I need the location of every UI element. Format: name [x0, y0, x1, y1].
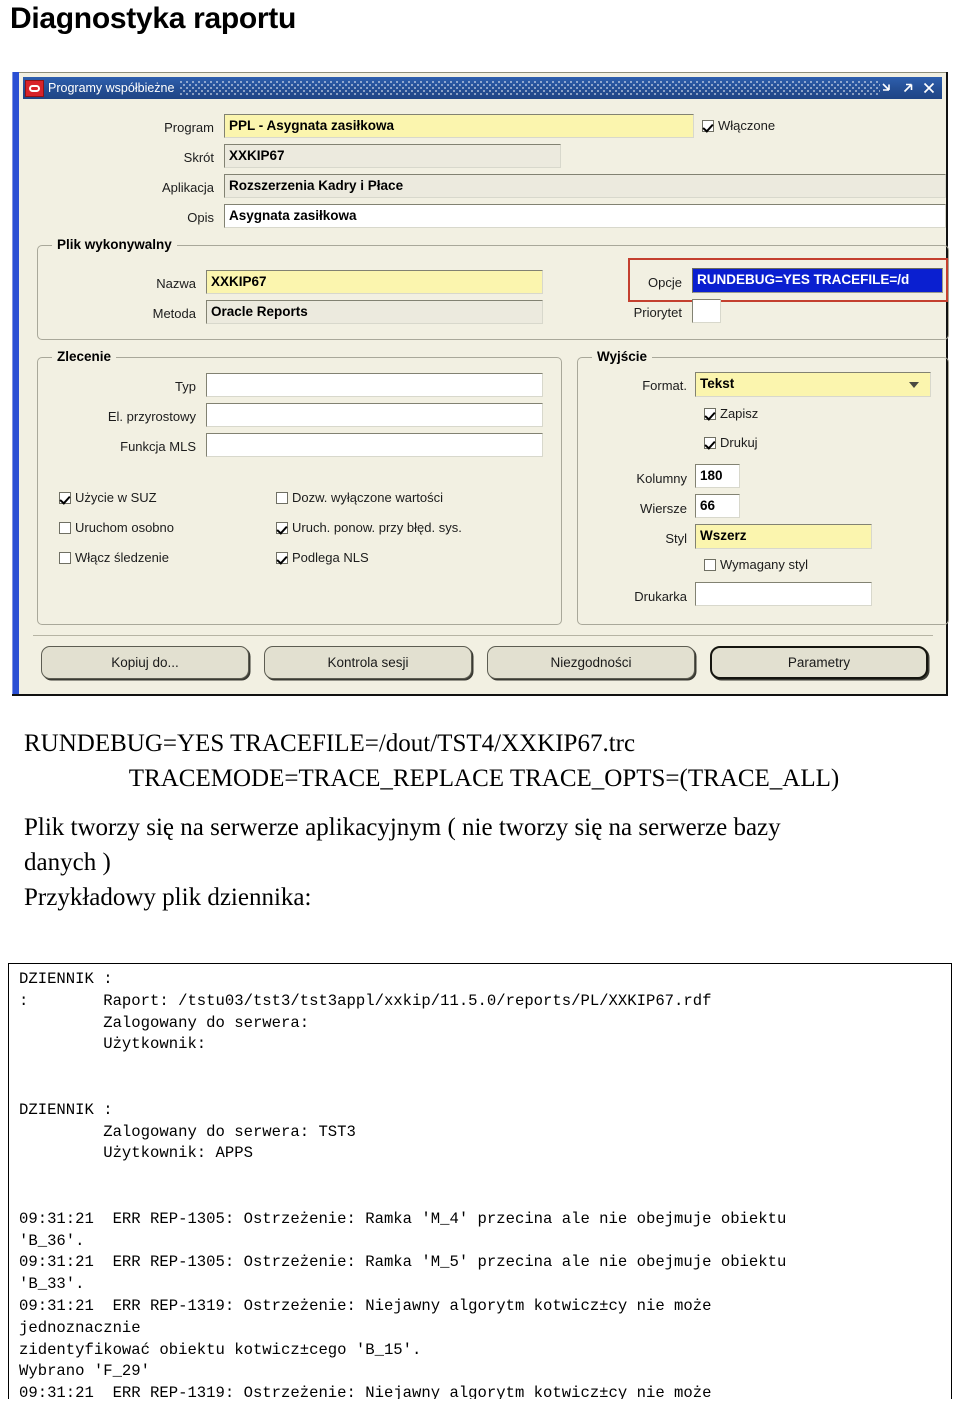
format-field[interactable]: Tekst — [695, 372, 931, 397]
enabled-label: Włączone — [718, 118, 776, 133]
executable-group-title: Plik wykonywalny — [52, 237, 177, 252]
checkbox-box — [704, 436, 716, 449]
checkbox-label: Drukuj — [720, 435, 758, 450]
button-label: Kopiuj do... — [111, 655, 179, 670]
opis-label: Opis — [187, 210, 214, 225]
checkbox-label: Włącz śledzenie — [75, 550, 169, 565]
funkcja-mls-label: Funkcja MLS — [120, 439, 196, 454]
restore-icon[interactable] — [901, 81, 915, 95]
button-label: Niezgodności — [550, 655, 632, 670]
program-label: Program — [164, 120, 214, 135]
checkbox-wlacz-sledzenie[interactable]: Włącz śledzenie — [59, 550, 169, 565]
checkbox-box — [59, 491, 71, 504]
window-titlebar: Programy współbieżne — [23, 77, 942, 99]
zlecenie-group-title: Zlecenie — [52, 349, 117, 364]
wiersze-label: Wiersze — [640, 501, 687, 516]
checkbox-label: Wymagany styl — [720, 557, 809, 572]
checkbox-label: Użycie w SUZ — [75, 490, 157, 505]
kopiuj-do-button[interactable]: Kopiuj do... — [41, 646, 249, 679]
program-field[interactable]: PPL - Asygnata zasiłkowa — [224, 114, 694, 138]
skrot-label: Skrót — [183, 150, 214, 165]
typ-field[interactable] — [206, 373, 543, 397]
checkbox-label: Podlega NLS — [292, 550, 369, 565]
prose-line-5: Przykładowy plik dziennika: — [24, 884, 312, 911]
checkbox-zapisz[interactable]: Zapisz — [704, 406, 758, 421]
checkbox-box — [276, 521, 288, 534]
prose-line-3: Plik tworzy się na serwerze aplikacyjnym… — [24, 814, 781, 841]
skrot-field[interactable]: XXKIP67 — [224, 144, 561, 168]
button-label: Parametry — [787, 655, 851, 670]
checkbox-uzycie-w-suz[interactable]: Użycie w SUZ — [59, 490, 157, 505]
nazwa-field[interactable]: XXKIP67 — [206, 270, 543, 294]
prose-line-4: danych ) — [24, 849, 111, 876]
enabled-checkbox[interactable]: Włączone — [702, 118, 775, 133]
checkbox-dozw-wylaczone-wartosci[interactable]: Dozw. wyłączone wartości — [276, 490, 443, 505]
kontrola-sesji-button[interactable]: Kontrola sesji — [264, 646, 472, 679]
typ-label: Typ — [175, 379, 196, 394]
wiersze-field[interactable]: 66 — [695, 494, 740, 518]
styl-field[interactable]: Wszerz — [695, 524, 872, 549]
aplikacja-field[interactable]: Rozszerzenia Kadry i Płace — [224, 174, 946, 198]
format-label: Format. — [642, 378, 687, 393]
el-przyrostowy-field[interactable] — [206, 403, 543, 427]
drukarka-label: Drukarka — [634, 589, 687, 604]
button-label: Kontrola sesji — [327, 655, 409, 670]
wyjscie-group-title: Wyjście — [592, 349, 653, 364]
window-body: Programy współbieżne Program PPL - Asygn… — [19, 72, 949, 694]
niezgodnosci-button[interactable]: Niezgodności — [487, 646, 695, 679]
divider — [33, 635, 933, 636]
drukarka-field[interactable] — [695, 582, 872, 606]
checkbox-box — [704, 407, 716, 420]
prose-line-2: TRACEMODE=TRACE_REPLACE TRACE_OPTS=(TRAC… — [128, 765, 840, 792]
checkbox-wymagany-styl[interactable]: Wymagany styl — [704, 557, 808, 572]
metoda-label: Metoda — [152, 306, 196, 321]
opcje-label: Opcje — [648, 275, 682, 290]
checkbox-box — [702, 119, 714, 132]
checkbox-label: Dozw. wyłączone wartości — [292, 490, 443, 505]
prose-block: RUNDEBUG=YES TRACEFILE=/dout/TST4/XXKIP6… — [24, 726, 944, 915]
priorytet-field[interactable] — [692, 299, 721, 323]
funkcja-mls-field[interactable] — [206, 433, 543, 457]
opcje-field[interactable]: RUNDEBUG=YES TRACEFILE=/d — [692, 268, 943, 293]
window-left-rail — [12, 72, 19, 694]
opis-field[interactable]: Asygnata zasiłkowa — [224, 204, 946, 228]
page-title: Diagnostyka raportu — [10, 2, 297, 35]
log-output-block: DZIENNIK : : Raport: /tstu03/tst3/tst3ap… — [8, 963, 952, 1399]
checkbox-box — [704, 558, 716, 571]
oracle-logo-icon — [25, 79, 44, 97]
checkbox-box — [276, 551, 288, 564]
checkbox-box — [59, 521, 71, 534]
prose-line-1: RUNDEBUG=YES TRACEFILE=/dout/TST4/XXKIP6… — [24, 730, 636, 757]
parametry-button[interactable]: Parametry — [710, 646, 928, 679]
kolumny-label: Kolumny — [636, 471, 687, 486]
minimize-icon[interactable] — [880, 81, 894, 95]
checkbox-drukuj[interactable]: Drukuj — [704, 435, 758, 450]
metoda-field[interactable]: Oracle Reports — [206, 300, 543, 324]
log-text: DZIENNIK : : Raport: /tstu03/tst3/tst3ap… — [19, 970, 787, 1399]
titlebar-texture — [180, 81, 880, 95]
checkbox-uruch-ponow-przy-bled-sys[interactable]: Uruch. ponow. przy błęd. sys. — [276, 520, 462, 535]
priorytet-label: Priorytet — [633, 305, 682, 320]
checkbox-podlega-nls[interactable]: Podlega NLS — [276, 550, 369, 565]
prose-spacer — [24, 796, 944, 810]
kolumny-field[interactable]: 180 — [695, 464, 740, 488]
close-icon[interactable] — [922, 81, 936, 95]
checkbox-uruchom-osobno[interactable]: Uruchom osobno — [59, 520, 174, 535]
aplikacja-label: Aplikacja — [161, 180, 214, 195]
checkbox-label: Zapisz — [720, 406, 759, 421]
nazwa-label: Nazwa — [156, 276, 196, 291]
checkbox-box — [59, 551, 71, 564]
el-przyrostowy-label: El. przyrostowy — [107, 409, 196, 424]
chevron-down-icon[interactable] — [909, 382, 919, 388]
checkbox-label: Uruchom osobno — [75, 520, 174, 535]
styl-label: Styl — [665, 531, 687, 546]
checkbox-label: Uruch. ponow. przy błęd. sys. — [292, 520, 462, 535]
checkbox-box — [276, 491, 288, 504]
window-title: Programy współbieżne — [48, 81, 175, 95]
oracle-forms-screenshot: Programy współbieżne Program PPL - Asygn… — [12, 72, 949, 696]
